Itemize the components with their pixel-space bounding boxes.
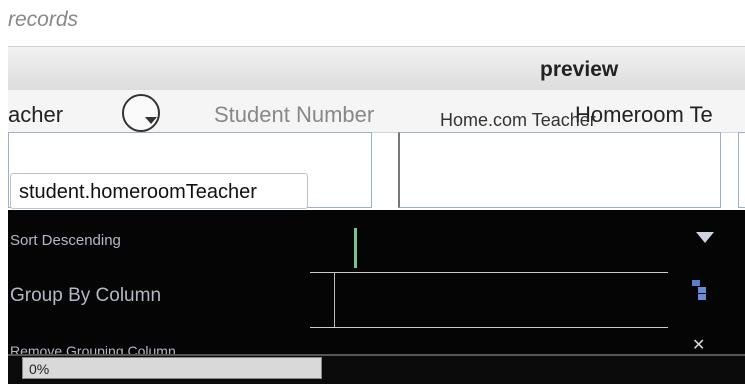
preview-title: preview [540,58,619,81]
group-by-icon [692,280,708,300]
column-resize-handle[interactable] [354,228,357,268]
chevron-down-icon [145,117,157,124]
sort-descending-icon [696,232,714,243]
column-header-ghost: Home.com Teacher [440,110,596,130]
filter-input[interactable]: 0% [22,357,322,379]
menu-item-sort-descending[interactable]: Sort Descending [10,232,121,249]
column-header-teacher[interactable]: acher [8,102,63,128]
menu-separator-vertical [334,272,335,327]
menu-divider-2 [310,327,668,328]
section-label: records [8,8,79,31]
menu-divider [310,272,668,273]
column-header-student-number[interactable]: Student Number [214,102,374,128]
grid-cell-middle[interactable] [398,132,721,208]
menu-item-group-by-column[interactable]: Group By Column [10,285,161,307]
column-sort-button[interactable] [122,94,160,132]
preview-title-bar [8,46,745,92]
grid-cell-right[interactable] [738,132,745,208]
remove-grouping-icon: ✕ [692,337,706,354]
field-binding-box[interactable]: student.homeroomTeacher [10,173,308,209]
